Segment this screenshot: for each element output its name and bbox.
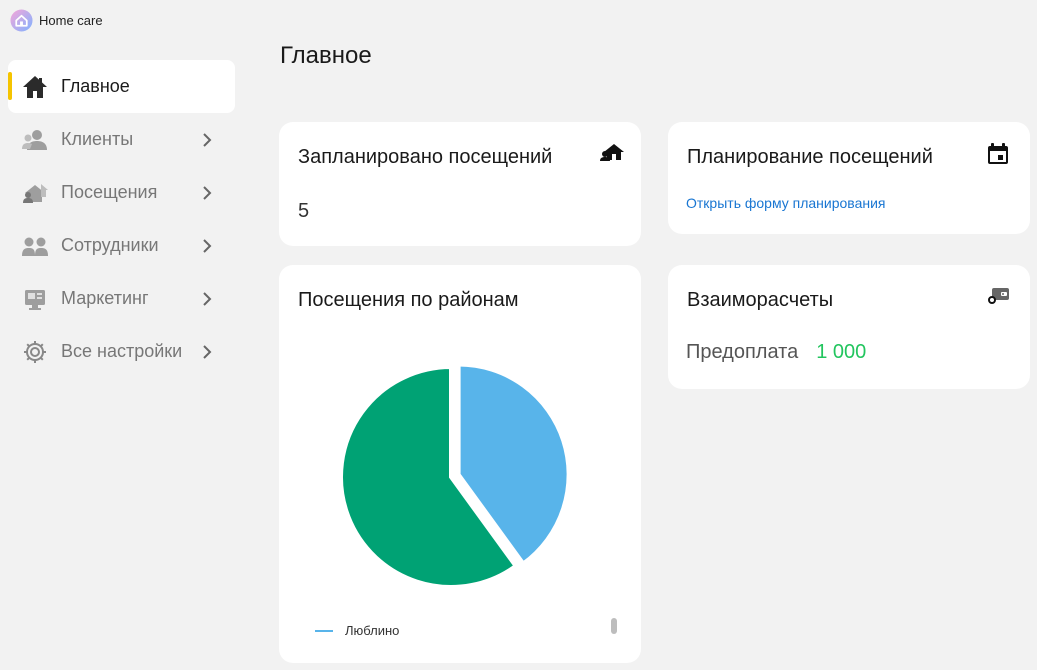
prepayment-row: Предоплата 1 000	[686, 341, 866, 364]
houses-icon	[600, 144, 624, 161]
sidebar-item-settings[interactable]: Все настройки	[8, 325, 235, 378]
prepayment-value: 1 000	[816, 341, 867, 363]
sidebar-item-label: Посещения	[61, 182, 158, 202]
planned-visits-value: 5	[298, 200, 310, 222]
clients-icon	[21, 126, 49, 154]
legend-scrollbar[interactable]	[611, 618, 617, 634]
card-title: Запланировано посещений	[298, 146, 553, 168]
sidebar: Главное Клиенты Посещения Сотрудники Мар…	[8, 60, 235, 378]
chevron-right-icon	[203, 291, 212, 306]
visits-by-district-card: Посещения по районам Люблино	[279, 265, 641, 663]
home-logo-icon	[10, 9, 33, 32]
sidebar-item-label: Маркетинг	[61, 288, 149, 308]
sidebar-item-clients[interactable]: Клиенты	[8, 113, 235, 166]
open-planning-form-link[interactable]: Открыть форму планирования	[686, 195, 886, 211]
sidebar-item-marketing[interactable]: Маркетинг	[8, 272, 235, 325]
chevron-right-icon	[203, 185, 212, 200]
visit-planning-card[interactable]: Планирование посещений Открыть форму пла…	[668, 122, 1030, 234]
calendar-icon	[988, 143, 1008, 164]
sidebar-item-employees[interactable]: Сотрудники	[8, 219, 235, 272]
employees-icon	[21, 232, 49, 260]
chart-legend[interactable]: Люблино	[315, 623, 399, 638]
legend-label: Люблино	[345, 623, 400, 638]
marketing-icon	[21, 285, 49, 313]
sidebar-item-label: Все настройки	[61, 341, 183, 361]
prepayment-label: Предоплата	[686, 341, 799, 363]
sidebar-item-visits[interactable]: Посещения	[8, 166, 235, 219]
card-title: Планирование посещений	[687, 146, 933, 168]
brand[interactable]: Home care	[10, 9, 103, 32]
pie-chart	[339, 362, 571, 589]
visits-icon	[21, 179, 49, 207]
gear-icon	[21, 338, 49, 366]
sidebar-item-label: Главное	[61, 76, 130, 96]
card-title: Посещения по районам	[298, 289, 519, 311]
home-icon	[21, 73, 49, 101]
page-title: Главное	[280, 42, 372, 69]
sidebar-item-label: Клиенты	[61, 129, 134, 149]
planned-visits-card[interactable]: Запланировано посещений 5	[279, 122, 641, 246]
brand-name: Home care	[39, 13, 103, 28]
legend-swatch	[315, 629, 333, 632]
chevron-right-icon	[203, 132, 212, 147]
card-title: Взаиморасчеты	[687, 289, 834, 311]
settlements-card[interactable]: Взаиморасчеты Предоплата 1 000	[668, 265, 1030, 389]
chevron-right-icon	[203, 344, 212, 359]
chevron-right-icon	[203, 238, 212, 253]
sidebar-item-label: Сотрудники	[61, 235, 159, 255]
wallet-icon	[988, 288, 1009, 304]
sidebar-item-home[interactable]: Главное	[8, 60, 235, 113]
